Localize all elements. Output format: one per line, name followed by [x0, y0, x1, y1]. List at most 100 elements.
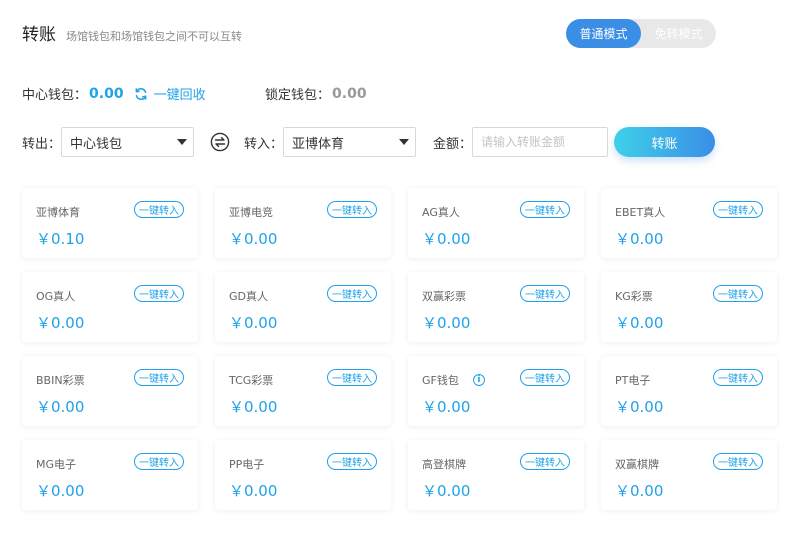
venue-name: EBET真人	[615, 204, 665, 220]
venue-name: 亚博体育	[36, 204, 80, 220]
venue-name: OG真人	[36, 288, 75, 304]
quick-transfer-in-button[interactable]: 一键转入	[134, 453, 184, 470]
venue-balance: ￥0.00	[36, 314, 85, 332]
quick-transfer-in-button[interactable]: 一键转入	[520, 453, 570, 470]
venue-name-label: 双赢彩票	[422, 290, 466, 303]
venue-name-label: 双赢棋牌	[615, 458, 659, 471]
venue-name-label: BBIN彩票	[36, 374, 85, 387]
venue-name: GF钱包 i	[422, 372, 485, 388]
venue-card: 亚博电竞 ￥0.00 一键转入	[215, 188, 391, 258]
venue-name: GD真人	[229, 288, 268, 304]
venue-name-label: KG彩票	[615, 290, 653, 303]
locked-wallet-amount: 0.00	[332, 85, 367, 102]
refresh-icon[interactable]	[134, 87, 148, 101]
quick-transfer-in-button[interactable]: 一键转入	[520, 285, 570, 302]
page-title: 转账	[22, 25, 56, 45]
venue-balance: ￥0.00	[229, 398, 278, 416]
quick-transfer-in-button[interactable]: 一键转入	[327, 285, 377, 302]
venue-card: BBIN彩票 ￥0.00 一键转入	[22, 356, 198, 426]
transfer-form: 转出： 中心钱包 转入： 亚博体育 金额：	[22, 127, 609, 157]
venue-card: KG彩票 ￥0.00 一键转入	[601, 272, 777, 342]
chevron-down-icon	[399, 139, 410, 145]
venue-card: 高登棋牌 ￥0.00 一键转入	[408, 440, 584, 510]
quick-transfer-in-button[interactable]: 一键转入	[134, 369, 184, 386]
venue-name: MG电子	[36, 456, 76, 472]
transfer-in-label: 转入：	[244, 136, 284, 152]
quick-transfer-in-button[interactable]: 一键转入	[327, 369, 377, 386]
quick-transfer-in-button[interactable]: 一键转入	[327, 201, 377, 218]
locked-wallet: 锁定钱包： 0.00	[265, 84, 367, 104]
venue-name: 亚博电竞	[229, 204, 273, 220]
venue-balance: ￥0.00	[615, 314, 664, 332]
quick-transfer-in-button[interactable]: 一键转入	[520, 201, 570, 218]
mode-free-transfer-button[interactable]: 免转模式	[641, 19, 716, 48]
venue-name: 双赢棋牌	[615, 456, 659, 472]
info-icon[interactable]: i	[472, 374, 485, 386]
quick-transfer-in-button[interactable]: 一键转入	[520, 369, 570, 386]
quick-transfer-in-button[interactable]: 一键转入	[327, 453, 377, 470]
venue-name: TCG彩票	[229, 372, 273, 388]
venue-card: PT电子 ￥0.00 一键转入	[601, 356, 777, 426]
venue-name-label: 高登棋牌	[422, 458, 466, 471]
venue-card: 亚博体育 ￥0.10 一键转入	[22, 188, 198, 258]
venue-card: EBET真人 ￥0.00 一键转入	[601, 188, 777, 258]
venue-name: 双赢彩票	[422, 288, 466, 304]
transfer-out-select[interactable]: 中心钱包	[61, 127, 195, 157]
venue-name: PP电子	[229, 456, 264, 472]
venue-card: GD真人 ￥0.00 一键转入	[215, 272, 391, 342]
mode-switch: 普通模式 免转模式	[566, 19, 716, 48]
recover-all-link[interactable]: 一键回收	[154, 84, 206, 103]
transfer-out-label: 转出：	[22, 136, 62, 152]
chevron-down-icon	[177, 139, 188, 145]
central-wallet: 中心钱包： 0.00 一键回收	[22, 84, 206, 104]
venue-name: KG彩票	[615, 288, 653, 304]
venue-balance: ￥0.00	[615, 398, 664, 416]
venue-balance: ￥0.00	[422, 482, 471, 500]
mode-normal-button[interactable]: 普通模式	[566, 19, 641, 48]
transfer-submit-button[interactable]: 转账	[614, 127, 715, 157]
venue-name-label: PT电子	[615, 374, 651, 387]
venue-name-label: EBET真人	[615, 206, 666, 219]
venue-card: PP电子 ￥0.00 一键转入	[215, 440, 391, 510]
quick-transfer-in-button[interactable]: 一键转入	[134, 285, 184, 302]
venue-card: AG真人 ￥0.00 一键转入	[408, 188, 584, 258]
venue-name-label: TCG彩票	[229, 374, 274, 387]
quick-transfer-in-button[interactable]: 一键转入	[713, 369, 763, 386]
quick-transfer-in-button[interactable]: 一键转入	[713, 201, 763, 218]
venue-card: OG真人 ￥0.00 一键转入	[22, 272, 198, 342]
transfer-in-select[interactable]: 亚博体育	[283, 127, 417, 157]
venue-balance: ￥0.00	[229, 230, 278, 248]
transfer-out-value: 中心钱包	[70, 136, 123, 152]
venue-name-label: AG真人	[422, 206, 460, 219]
venue-balance: ￥0.00	[422, 314, 471, 332]
amount-input[interactable]	[472, 127, 609, 157]
swap-icon[interactable]	[210, 132, 230, 152]
venue-balance: ￥0.00	[422, 398, 471, 416]
quick-transfer-in-button[interactable]: 一键转入	[713, 453, 763, 470]
quick-transfer-in-button[interactable]: 一键转入	[134, 201, 184, 218]
venue-balance: ￥0.00	[36, 398, 85, 416]
venue-name-label: PP电子	[229, 458, 265, 471]
venue-balance: ￥0.00	[36, 482, 85, 500]
venue-name: 高登棋牌	[422, 456, 466, 472]
venue-name: PT电子	[615, 372, 650, 388]
amount-label: 金额：	[433, 136, 473, 152]
locked-wallet-label: 锁定钱包：	[265, 88, 331, 103]
venue-name-label: MG电子	[36, 458, 77, 471]
venue-name-label: GD真人	[229, 290, 268, 303]
venue-card: MG电子 ￥0.00 一键转入	[22, 440, 198, 510]
venue-name-label: GF钱包	[422, 374, 459, 387]
venue-name-label: 亚博体育	[36, 206, 80, 219]
venue-balance: ￥0.00	[615, 230, 664, 248]
central-wallet-amount: 0.00	[89, 85, 124, 102]
venue-name-label: 亚博电竞	[229, 206, 273, 219]
venue-card: GF钱包 i ￥0.00 一键转入	[408, 356, 584, 426]
venue-balance: ￥0.10	[36, 230, 85, 248]
venue-balance: ￥0.00	[422, 230, 471, 248]
venue-balance: ￥0.00	[229, 482, 278, 500]
quick-transfer-in-button[interactable]: 一键转入	[713, 285, 763, 302]
venue-card: 双赢棋牌 ￥0.00 一键转入	[601, 440, 777, 510]
venue-name: AG真人	[422, 204, 460, 220]
transfer-in-value: 亚博体育	[292, 136, 345, 152]
venue-card: TCG彩票 ￥0.00 一键转入	[215, 356, 391, 426]
